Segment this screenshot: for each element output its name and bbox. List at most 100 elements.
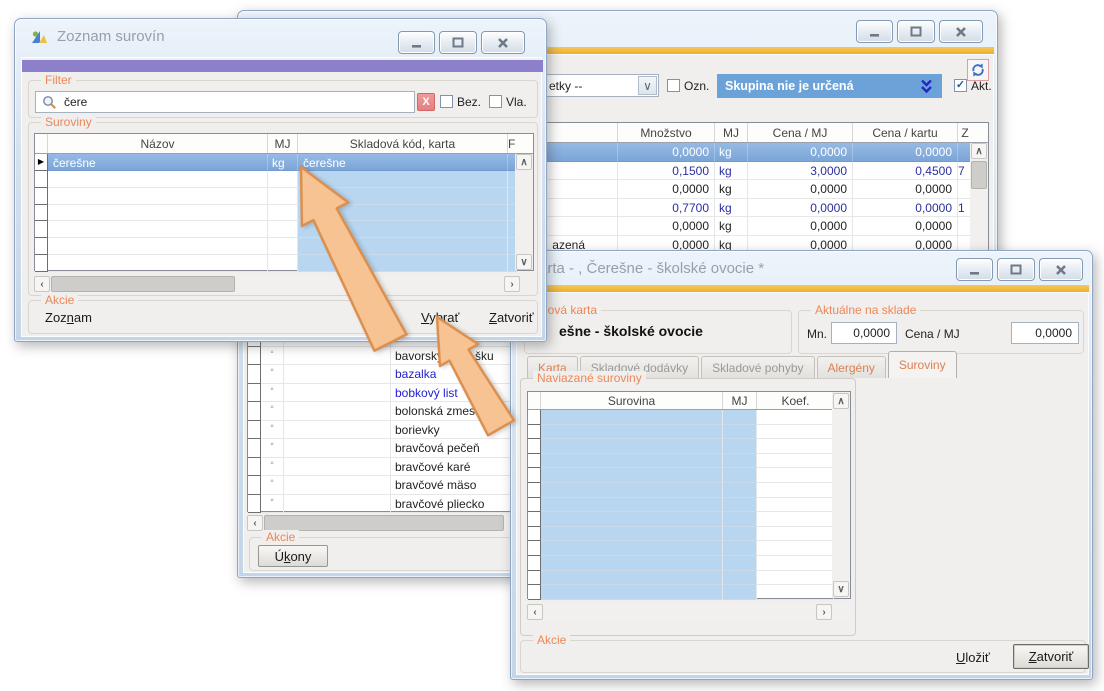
cell-cena-mj: 3,0000 bbox=[748, 162, 853, 181]
bez-checkbox-label: Bez. bbox=[457, 95, 481, 109]
vertical-scrollbar[interactable]: ∧ ∨ bbox=[515, 154, 533, 270]
close-button[interactable] bbox=[481, 31, 525, 54]
filter-group-label: Filter bbox=[41, 73, 76, 87]
search-icon bbox=[42, 95, 57, 110]
horizontal-scrollbar[interactable]: ‹ › bbox=[527, 603, 851, 621]
group-filter-combobox[interactable]: etky -- ∨ bbox=[544, 74, 659, 97]
col-nazov[interactable]: Názov bbox=[48, 134, 268, 153]
combobox-arrow-icon[interactable]: ∨ bbox=[638, 76, 657, 95]
linked-ingredients-label: Naviazané suroviny bbox=[533, 371, 646, 385]
scroll-up-icon[interactable]: ∧ bbox=[971, 143, 987, 159]
scroll-up-icon[interactable]: ∧ bbox=[833, 393, 849, 409]
col-skladova[interactable]: Skladová kód, karta bbox=[298, 134, 508, 153]
cell-cena-kartu: 0,0000 bbox=[853, 180, 958, 199]
col-mj[interactable]: MJ bbox=[723, 392, 757, 409]
col-surovina[interactable]: Surovina bbox=[541, 392, 723, 409]
scroll-right-icon[interactable]: › bbox=[816, 604, 832, 620]
col-mj[interactable]: MJ bbox=[268, 134, 298, 153]
maximize-button[interactable] bbox=[997, 258, 1035, 281]
close-window-button[interactable]: Zatvoriť bbox=[1013, 644, 1089, 669]
akt-checkbox-label: Akt. bbox=[971, 79, 992, 93]
col-z[interactable]: Z bbox=[958, 123, 972, 142]
refresh-button[interactable] bbox=[967, 59, 989, 81]
grid-header: Názov MJ Skladová kód, karta F bbox=[35, 134, 533, 154]
bullet-icon: ◦ bbox=[261, 495, 284, 514]
col-partial[interactable]: F bbox=[508, 134, 517, 153]
scroll-down-icon[interactable]: ∨ bbox=[833, 581, 849, 597]
cell-mj: kg bbox=[715, 199, 748, 218]
cell-cena-kartu: 0,0000 bbox=[853, 217, 958, 236]
actions-group-label: Akcie bbox=[262, 530, 299, 544]
tab-suroviny[interactable]: Suroviny bbox=[888, 351, 957, 378]
filter-search-input[interactable]: čere bbox=[35, 91, 415, 113]
close-button[interactable] bbox=[939, 20, 983, 43]
window-title: Zoznam surovín bbox=[57, 28, 165, 45]
col-mj[interactable]: MJ bbox=[715, 123, 748, 142]
tab-alergeny[interactable]: Alergény bbox=[817, 356, 886, 378]
cell-cena-mj: 0,0000 bbox=[748, 217, 853, 236]
bullet-icon: ◦ bbox=[261, 347, 284, 366]
cell-mnozstvo: 0,7700 bbox=[618, 199, 715, 218]
close-icon bbox=[954, 25, 968, 39]
zoznam-button[interactable]: Zoznam bbox=[45, 310, 92, 325]
cell-cena-kartu: 0,0000 bbox=[853, 143, 958, 162]
cell-cena-kartu: 0,0000 bbox=[853, 199, 958, 218]
purple-accent-bar bbox=[22, 60, 543, 72]
scroll-right-icon[interactable]: › bbox=[504, 276, 520, 292]
vertical-scrollbar[interactable]: ∧ ∨ bbox=[832, 392, 850, 598]
minimize-button[interactable] bbox=[856, 20, 893, 43]
vla-checkbox-label: Vla. bbox=[506, 95, 527, 109]
ukony-button[interactable]: Úkony bbox=[258, 545, 328, 567]
scroll-up-icon[interactable]: ∧ bbox=[516, 154, 532, 170]
linked-ingredients-group: Naviazané suroviny Surovina MJ Koef. bbox=[520, 378, 856, 636]
minimize-button[interactable] bbox=[956, 258, 993, 281]
grid-header: Surovina MJ Koef. bbox=[528, 392, 850, 410]
ozn-checkbox-label: Ozn. bbox=[684, 79, 709, 93]
bullet-icon: ◦ bbox=[261, 439, 284, 458]
save-button[interactable]: Uložiť bbox=[956, 650, 990, 665]
scrollbar-thumb[interactable] bbox=[971, 161, 987, 189]
col-koef[interactable]: Koef. bbox=[757, 392, 834, 409]
col-mnozstvo[interactable]: Množstvo bbox=[618, 123, 715, 142]
ozn-checkbox[interactable] bbox=[667, 79, 680, 92]
cell-mj: kg bbox=[715, 162, 748, 181]
table-row-selected[interactable]: ▶ čerešne kg čerešne bbox=[35, 154, 533, 171]
cell-mnozstvo: 0,0000 bbox=[618, 217, 715, 236]
bullet-icon: ◦ bbox=[261, 458, 284, 477]
vla-checkbox[interactable] bbox=[489, 95, 502, 108]
bez-checkbox[interactable] bbox=[440, 95, 453, 108]
tab-skladove-pohyby[interactable]: Skladové pohyby bbox=[701, 356, 814, 378]
window-stock-card-detail: arta - , Čerešne - školské ovocie * dová… bbox=[510, 250, 1093, 680]
scroll-left-icon[interactable]: ‹ bbox=[247, 515, 263, 531]
desktop: etky -- ∨ Ozn. Skupina nie je určená ✓ A… bbox=[0, 0, 1104, 691]
scroll-left-icon[interactable]: ‹ bbox=[527, 604, 543, 620]
cell-mj: kg bbox=[715, 143, 748, 162]
clear-filter-button[interactable]: X bbox=[417, 93, 435, 111]
bullet-icon: ◦ bbox=[261, 384, 284, 403]
cena-mj-input[interactable]: 0,0000 bbox=[1011, 322, 1079, 344]
horizontal-scrollbar[interactable]: ‹ › bbox=[34, 275, 520, 293]
scrollbar-thumb[interactable] bbox=[51, 276, 235, 292]
actions-group: Akcie Uložiť Zatvoriť bbox=[520, 640, 1086, 673]
maximize-button[interactable] bbox=[897, 20, 935, 43]
close-button[interactable] bbox=[1039, 258, 1083, 281]
actions-group-label: Akcie bbox=[41, 293, 78, 307]
group-selector-field[interactable]: Skupina nie je určená bbox=[717, 74, 942, 98]
scroll-down-icon[interactable]: ∨ bbox=[516, 254, 532, 270]
stock-group-label: Aktuálne na sklade bbox=[811, 303, 920, 317]
col-cena-mj[interactable]: Cena / MJ bbox=[748, 123, 853, 142]
minimize-icon bbox=[410, 36, 424, 50]
bullet-icon: ◦ bbox=[261, 476, 284, 495]
ingredients-group-label: Suroviny bbox=[41, 115, 96, 129]
scroll-left-icon[interactable]: ‹ bbox=[34, 276, 50, 292]
col-cena-kartu[interactable]: Cena / kartu bbox=[853, 123, 958, 142]
minimize-button[interactable] bbox=[398, 31, 435, 54]
double-chevron-down-icon bbox=[920, 79, 933, 94]
close-list-button[interactable]: Zatvoriť bbox=[489, 310, 534, 325]
minimize-icon bbox=[968, 263, 982, 277]
scrollbar-thumb[interactable] bbox=[264, 515, 504, 531]
akt-checkbox[interactable]: ✓ bbox=[954, 79, 967, 92]
app-icon bbox=[30, 28, 49, 47]
mn-input[interactable]: 0,0000 bbox=[831, 322, 897, 344]
maximize-button[interactable] bbox=[439, 31, 477, 54]
